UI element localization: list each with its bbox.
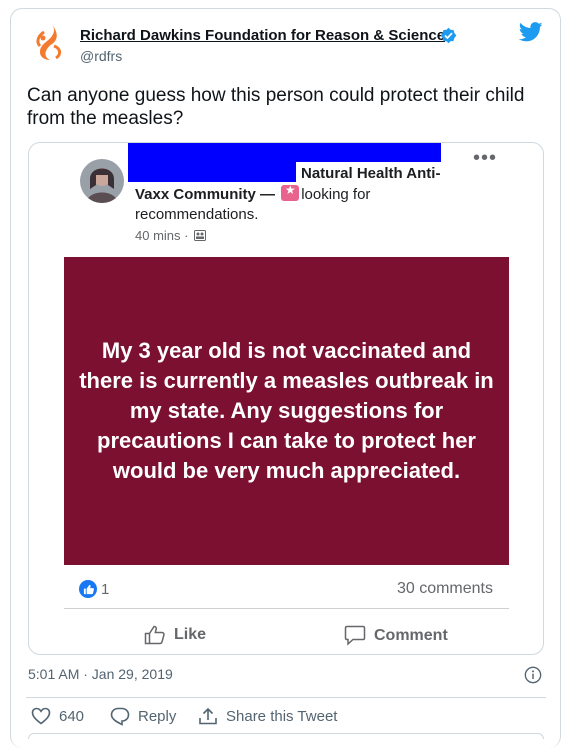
like-count: 640	[59, 707, 85, 725]
fb-like-button: Like	[144, 625, 206, 645]
fb-post-time: 40 mins ·	[135, 228, 207, 243]
fb-comment-button: Comment	[344, 625, 448, 646]
info-icon[interactable]	[524, 666, 542, 684]
redaction-bar	[128, 162, 296, 182]
tweet-timestamp[interactable]: 5:01 AM · Jan 29, 2019	[28, 666, 173, 682]
fb-comment-label: Comment	[374, 626, 448, 644]
fb-group-name: Natural Health Anti-	[301, 165, 441, 182]
fb-post-text: My 3 year old is not vaccinated and ther…	[79, 338, 494, 483]
recommendation-star-icon: ★	[281, 183, 300, 201]
comment-bubble-icon	[344, 625, 366, 646]
reply-label: Reply	[138, 708, 177, 725]
share-button[interactable]: Share this Tweet	[198, 707, 337, 726]
like-reaction-icon	[79, 580, 97, 598]
heart-icon	[31, 707, 51, 725]
share-label: Share this Tweet	[226, 708, 338, 725]
group-privacy-icon	[194, 230, 207, 241]
fb-looking-for: looking for	[301, 186, 371, 203]
fb-group-name-end: Vaxx Community —	[135, 186, 276, 203]
author-handle[interactable]: @rdfrs	[80, 48, 122, 64]
like-button[interactable]: 640	[31, 707, 84, 725]
fb-post-background: My 3 year old is not vaccinated and ther…	[64, 257, 509, 565]
reaction-count: 1	[101, 580, 110, 598]
more-options-icon: •••	[473, 147, 498, 169]
share-icon	[199, 707, 217, 725]
divider	[64, 608, 509, 609]
embedded-image[interactable]: ••• Natural Health Anti- Vaxx Community …	[28, 142, 544, 655]
redaction-bar	[128, 143, 441, 162]
fb-comments-count: 30 comments	[396, 580, 493, 597]
divider	[26, 697, 546, 698]
reply-bubble-icon	[110, 707, 130, 726]
author-name-link[interactable]: Richard Dawkins Foundation for Reason & …	[80, 27, 445, 44]
verified-badge-icon	[440, 27, 457, 44]
thumbs-up-icon	[144, 625, 165, 645]
twitter-bird-icon[interactable]	[519, 22, 543, 42]
fb-like-label: Like	[174, 626, 207, 643]
fb-user-avatar	[80, 159, 124, 203]
tweet-text: Can anyone guess how this person could p…	[27, 85, 525, 129]
fb-time-text: 40 mins ·	[135, 228, 189, 243]
foundation-logo-avatar[interactable]	[26, 16, 72, 62]
fb-post-header: Vaxx Community — ★ looking for	[135, 183, 371, 203]
fb-reactions: 1	[79, 580, 109, 598]
fb-recommendations: recommendations.	[135, 206, 259, 223]
next-card-edge	[28, 733, 544, 739]
reply-button[interactable]: Reply	[110, 707, 176, 726]
